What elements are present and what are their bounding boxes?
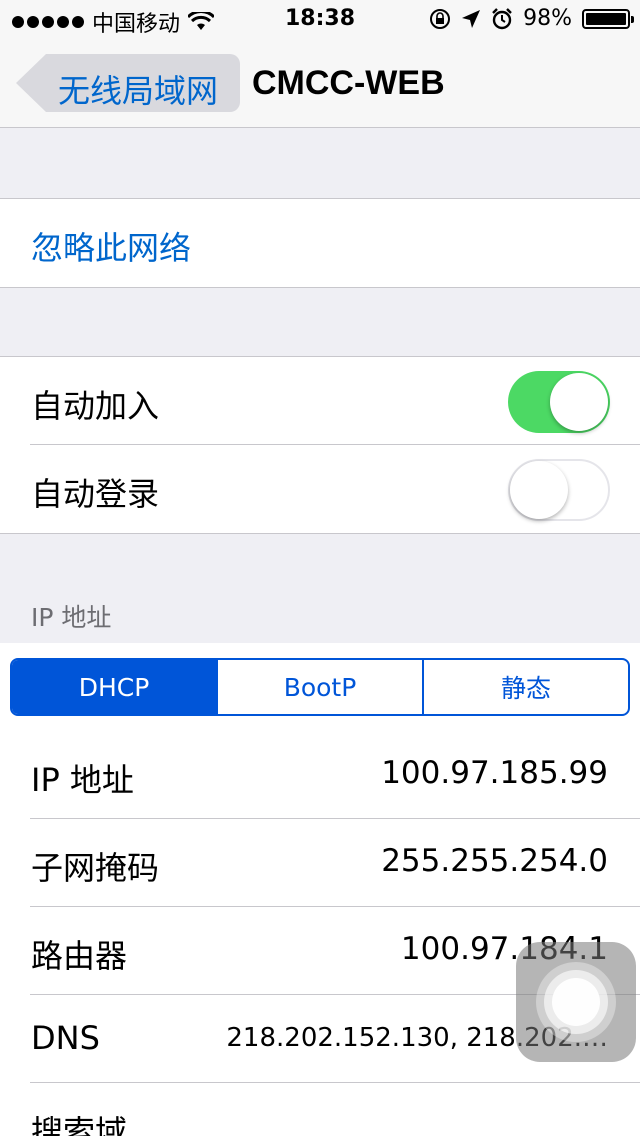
- back-button[interactable]: 无线局域网: [58, 66, 218, 112]
- auto-join-switch[interactable]: [508, 371, 610, 433]
- subnet-mask-label: 子网掩码: [31, 849, 160, 887]
- status-bar: 中国移动 18:38 98%: [0, 0, 640, 40]
- ip-mode-row: DHCP BootP 静态: [0, 643, 640, 731]
- segment-bootp[interactable]: BootP: [218, 660, 424, 714]
- forget-group: 忽略此网络: [0, 198, 640, 288]
- battery-icon: [582, 8, 634, 29]
- toggle-group: 自动加入 自动登录: [0, 356, 640, 534]
- segment-dhcp[interactable]: DHCP: [12, 660, 218, 714]
- auto-login-row: 自动登录: [0, 445, 640, 533]
- forget-network-label[interactable]: 忽略此网络: [31, 223, 191, 269]
- search-domain-row[interactable]: 搜索域: [0, 1083, 640, 1136]
- router-label: 路由器: [31, 937, 128, 975]
- rotation-lock-icon: [430, 8, 451, 29]
- auto-login-switch[interactable]: [508, 459, 610, 521]
- alarm-icon: [492, 7, 512, 29]
- page-title: CMCC-WEB: [252, 64, 445, 102]
- forget-network-button[interactable]: 忽略此网络: [0, 199, 640, 287]
- assistive-touch-icon[interactable]: [516, 942, 636, 1062]
- status-right: 98%: [429, 6, 634, 31]
- subnet-mask-value: 255.255.254.0: [381, 843, 608, 879]
- auto-login-label: 自动登录: [31, 475, 160, 513]
- ip-address-value: 100.97.185.99: [381, 755, 608, 791]
- navigation-bar: 无线局域网 CMCC-WEB: [0, 40, 640, 128]
- ip-details-group: IP 地址 100.97.185.99 子网掩码 255.255.254.0 路…: [0, 731, 640, 1136]
- segment-static[interactable]: 静态: [424, 660, 628, 714]
- ip-mode-segmented-control: DHCP BootP 静态: [10, 658, 630, 716]
- ip-address-label: IP 地址: [31, 761, 134, 799]
- search-domain-label: 搜索域: [31, 1113, 128, 1136]
- auto-join-label: 自动加入: [31, 387, 160, 425]
- ip-section-header: IP 地址: [31, 603, 112, 632]
- battery-percent: 98%: [523, 6, 572, 31]
- subnet-mask-row: 子网掩码 255.255.254.0: [0, 819, 640, 907]
- auto-join-row: 自动加入: [0, 357, 640, 445]
- ip-address-row: IP 地址 100.97.185.99: [0, 731, 640, 819]
- location-arrow-icon: [462, 9, 481, 28]
- dns-label: DNS: [31, 1019, 100, 1057]
